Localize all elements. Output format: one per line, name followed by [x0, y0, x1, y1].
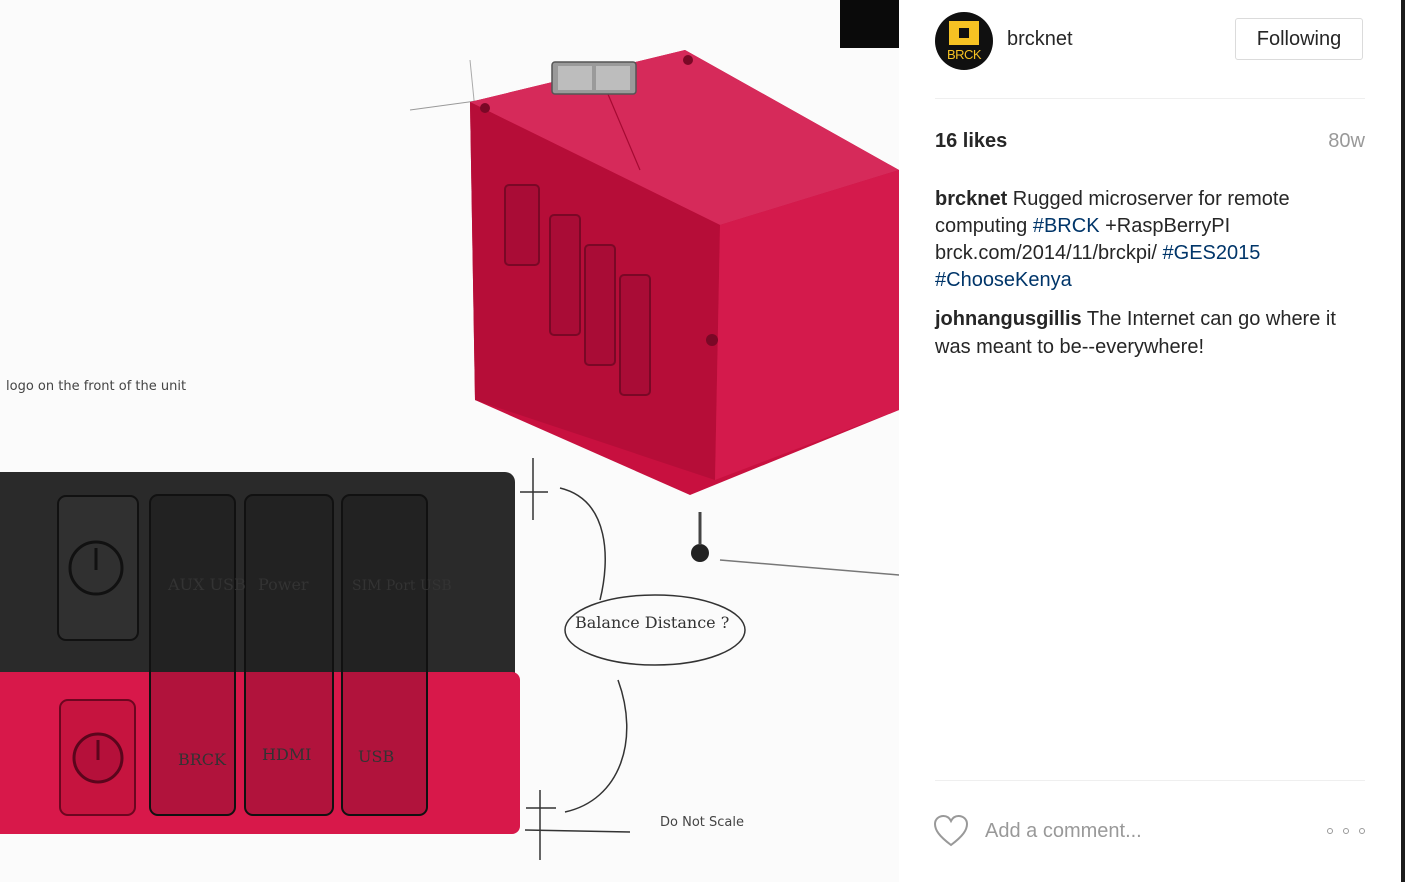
sketch-callout: Balance Distance ?: [575, 613, 729, 632]
comment-input[interactable]: [985, 812, 1285, 850]
more-options-icon[interactable]: [1327, 818, 1365, 844]
divider: [935, 98, 1365, 99]
username-link[interactable]: brcknet: [1007, 28, 1073, 51]
hashtag-ges2015[interactable]: #GES2015: [1163, 242, 1261, 264]
product-sketch-illustration: logo on the front of the unit AUX USB Po…: [0, 0, 899, 860]
brck-logo-icon: [949, 21, 979, 45]
sketch-label-aux-usb: AUX USB: [167, 575, 246, 594]
divider: [935, 780, 1365, 781]
avatar[interactable]: BRCK: [935, 12, 993, 70]
likes-count[interactable]: 16 likes: [935, 130, 1007, 153]
sketch-label-sim-port-usb: SIM Port USB: [352, 578, 452, 594]
dot: [1327, 828, 1333, 834]
heart-icon[interactable]: [933, 814, 969, 848]
sketch-note-logo: logo on the front of the unit: [6, 379, 186, 394]
post-image[interactable]: logo on the front of the unit AUX USB Po…: [0, 0, 899, 882]
sketch-label-usb: USB: [358, 747, 394, 766]
comment-username[interactable]: johnangusgillis: [935, 308, 1082, 330]
sketch-label-hdmi: HDMI: [262, 745, 311, 764]
following-button[interactable]: Following: [1235, 18, 1363, 60]
sketch-label-brck: BRCK: [178, 750, 227, 769]
window-edge: [1401, 0, 1405, 882]
hashtag-choosekenya[interactable]: #ChooseKenya: [935, 269, 1072, 291]
avatar-text: BRCK: [946, 47, 982, 62]
dot: [1359, 828, 1365, 834]
post-details-panel: BRCK brcknet Following 16 likes 80w brck…: [899, 0, 1401, 882]
dot: [1343, 828, 1349, 834]
sketch-note-scale: Do Not Scale: [660, 815, 744, 830]
hashtag-brck[interactable]: #BRCK: [1033, 215, 1100, 237]
caption-username[interactable]: brcknet: [935, 188, 1007, 210]
comment: johnangusgillis The Internet can go wher…: [935, 305, 1355, 361]
post-age[interactable]: 80w: [1328, 130, 1365, 153]
post-header: BRCK brcknet Following: [935, 12, 1365, 72]
post-caption: brcknet Rugged microserver for remote co…: [935, 186, 1355, 294]
sketch-label-power: Power: [258, 575, 309, 594]
